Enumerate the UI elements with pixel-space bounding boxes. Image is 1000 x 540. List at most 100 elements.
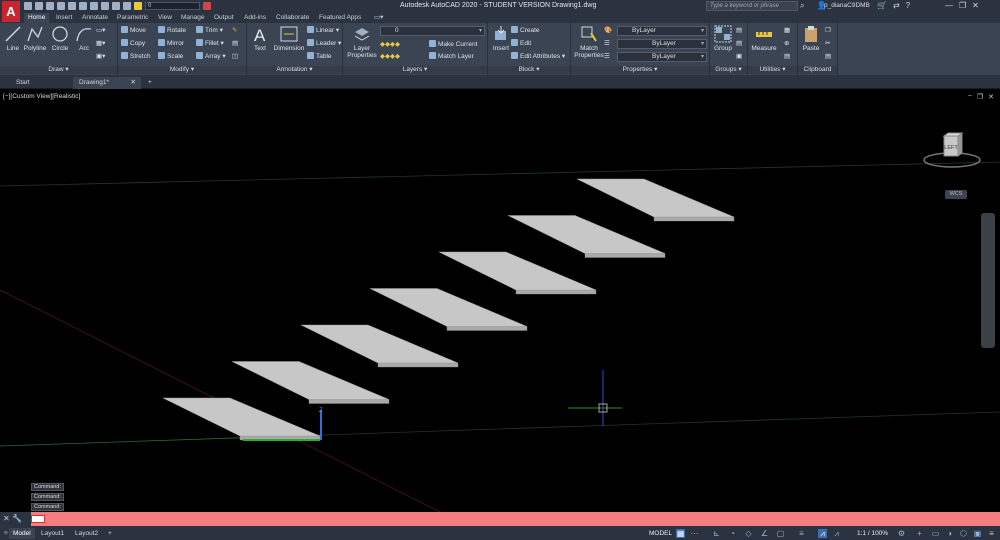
block-panel-label[interactable]: Block ▾ [488, 66, 570, 74]
tab-add-ins[interactable]: Add-ins [240, 13, 270, 23]
linear-button[interactable]: Linear ▾ [307, 26, 339, 36]
open-file-icon[interactable] [35, 2, 43, 10]
quick-select-icon[interactable]: ▤ [784, 52, 790, 62]
hatch-icon[interactable]: ▦▾ [96, 39, 105, 49]
polar-icon[interactable]: ◔ [728, 529, 737, 538]
drawing-viewport[interactable]: Z [−][Custom View][Realistic] − ❐ ✕ LEFT… [0, 90, 1000, 512]
model-space-toggle[interactable]: MODEL [649, 528, 672, 539]
ortho-icon[interactable]: ⊾ [712, 529, 721, 538]
close-icon[interactable]: ✕ [972, 1, 979, 10]
app-logo-button[interactable]: A [2, 1, 20, 22]
restore-icon[interactable]: ❐ [959, 1, 966, 10]
match-properties-button[interactable]: Match Properties [574, 25, 604, 59]
edit-block-button[interactable]: Edit [511, 39, 531, 49]
workspace-gear-icon[interactable]: ⚙ [897, 529, 906, 538]
erase-icon[interactable]: ✎ [232, 26, 237, 36]
tab-parametric[interactable]: Parametric [113, 13, 152, 23]
qat-layer-dropdown[interactable]: 0 [145, 2, 200, 10]
redo-icon[interactable] [112, 2, 120, 10]
viewport-minimize-icon[interactable]: − [968, 93, 972, 101]
search-icon[interactable]: ⌕ [800, 1, 804, 11]
cloud-save-icon[interactable] [79, 2, 87, 10]
table-button[interactable]: Table [307, 52, 332, 62]
model-scene[interactable]: Z [0, 90, 1000, 512]
rectangle-icon[interactable]: ▭▾ [96, 26, 105, 36]
ribbon-display-toggle-icon[interactable]: ▭▾ [370, 13, 387, 23]
exchange-icon[interactable]: ⇄ [893, 1, 900, 10]
make-current-button[interactable]: Make Current [429, 40, 477, 50]
layer-dropdown[interactable]: 0 [380, 26, 485, 36]
annotation-panel-label[interactable]: Annotation ▾ [247, 66, 342, 74]
linetype-dropdown[interactable]: ByLayer [617, 39, 707, 49]
viewcube-face-label[interactable]: LEFT [944, 145, 958, 151]
layout-tab-layout1[interactable]: Layout1 [37, 528, 68, 539]
match-layer-button[interactable]: Match Layer [429, 52, 474, 62]
undo-icon[interactable] [101, 2, 109, 10]
command-line[interactable]: ✕ 🔧 [0, 512, 1000, 526]
viewcube[interactable]: LEFT [922, 130, 982, 170]
lineweight-dropdown[interactable]: ByLayer [617, 52, 707, 62]
color-dropdown[interactable]: ByLayer [617, 26, 707, 36]
group-button[interactable]: Group [710, 25, 736, 52]
leader-button[interactable]: Leader ▾ [307, 39, 341, 49]
region-icon[interactable]: ▣▾ [96, 52, 105, 62]
cut-icon[interactable]: ✂ [825, 39, 830, 49]
stretch-button[interactable]: Stretch [121, 52, 151, 62]
trim-button[interactable]: Trim ▾ [196, 26, 223, 36]
tab-home[interactable]: Home [24, 13, 50, 23]
properties-panel-label[interactable]: Properties ▾ [571, 66, 709, 74]
utilities-panel-label[interactable]: Utilities ▾ [748, 66, 797, 74]
new-tab-icon[interactable]: + [142, 77, 158, 89]
customize-icon[interactable]: 🔧 [12, 514, 22, 523]
navigation-bar[interactable] [981, 213, 995, 348]
help-icon[interactable]: ? [906, 1, 910, 10]
tab-output[interactable]: Output [210, 13, 238, 23]
save-icon[interactable] [46, 2, 54, 10]
object-snap-tracking-icon[interactable]: ∠ [760, 529, 769, 538]
annotation-visibility-icon[interactable]: ⩘ [818, 529, 827, 538]
user-name[interactable]: p_dianaC9DMB [824, 2, 870, 9]
move-button[interactable]: Move [121, 26, 146, 36]
file-tab-start[interactable]: Start [10, 77, 36, 89]
isolate-objects-icon[interactable]: ◑ [945, 529, 954, 538]
file-tab-drawing1[interactable]: Drawing1* ✕ [73, 77, 141, 89]
modify-panel-label[interactable]: Modify ▾ [118, 66, 246, 74]
plot-icon[interactable] [90, 2, 98, 10]
fillet-button[interactable]: Fillet ▾ [196, 39, 224, 49]
viewport-controls-label[interactable]: [−][Custom View][Realistic] [3, 93, 80, 100]
polyline-button[interactable]: Polyline [21, 25, 49, 52]
copy-base-icon[interactable]: ▤ [825, 52, 831, 62]
calculator-icon[interactable]: ▦ [784, 26, 790, 36]
clean-screen-icon[interactable]: ▣ [973, 529, 982, 538]
rotate-button[interactable]: Rotate [158, 26, 186, 36]
customization-icon[interactable]: ≡ [987, 529, 996, 538]
array-button[interactable]: Array ▾ [196, 52, 226, 62]
search-input[interactable]: Type a keyword or phrase [706, 1, 798, 11]
units-icon[interactable]: ▭ [931, 529, 940, 538]
tab-featured-apps[interactable]: Featured Apps [315, 13, 365, 23]
object-snap-icon[interactable]: ▢ [776, 529, 785, 538]
wcs-menu-button[interactable]: WCS [945, 190, 967, 199]
cloud-open-icon[interactable] [68, 2, 76, 10]
viewport-close-icon[interactable]: ✕ [988, 93, 994, 101]
text-button[interactable]: A Text [247, 25, 273, 52]
layer-properties-button[interactable]: Layer Properties [346, 25, 378, 59]
tab-insert[interactable]: Insert [52, 13, 76, 23]
copy-clip-icon[interactable]: ❐ [825, 26, 831, 36]
share-icon[interactable] [203, 2, 211, 10]
id-point-icon[interactable]: ⊕ [784, 39, 789, 49]
layer-tools-row-1-icon[interactable]: ◆◆◆◆ [380, 40, 400, 50]
layout-tab-layout2[interactable]: Layout2 [71, 528, 102, 539]
save-as-icon[interactable] [57, 2, 65, 10]
tab-collaborate[interactable]: Collaborate [272, 13, 313, 23]
circle-button[interactable]: Circle [47, 25, 73, 52]
group-select-icon[interactable]: ▣ [736, 52, 742, 62]
measure-button[interactable]: Measure [751, 25, 777, 52]
mirror-button[interactable]: Mirror [158, 39, 184, 49]
auto-scale-icon[interactable]: ⩘ [832, 529, 841, 538]
group-edit-icon[interactable]: ▤ [736, 39, 742, 49]
copy-button[interactable]: Copy [121, 39, 145, 49]
command-input[interactable] [31, 515, 45, 523]
tab-manage[interactable]: Manage [177, 13, 209, 23]
minimize-icon[interactable]: — [945, 1, 953, 10]
